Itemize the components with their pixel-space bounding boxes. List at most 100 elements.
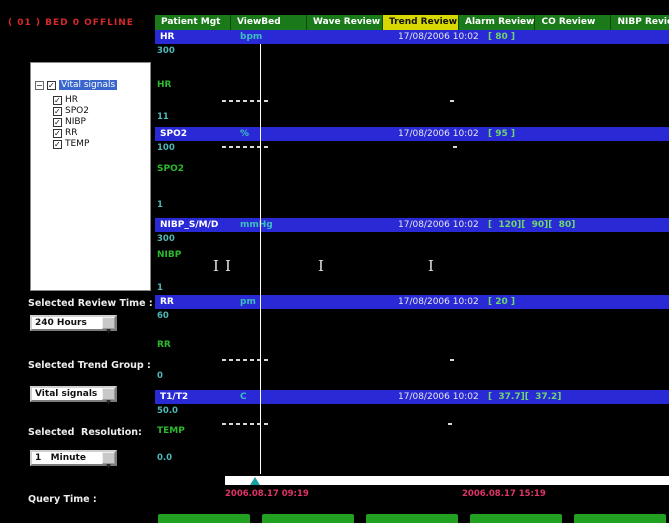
tab-wave-review[interactable]: Wave Review (307, 15, 383, 30)
tab-alarm-review[interactable]: Alarm Review (459, 15, 536, 30)
tab-viewbed[interactable]: ViewBed (231, 15, 307, 30)
trend-group-select[interactable]: Vital signals ▼ (30, 386, 117, 406)
hr-trend-trace (450, 100, 455, 102)
tab-patient-mgt[interactable]: Patient Mgt (155, 15, 231, 30)
tree-root-label[interactable]: Vital signals (59, 80, 118, 90)
function-button[interactable] (158, 514, 250, 523)
review-time-value: 240 Hours (35, 318, 87, 328)
tree-item-temp[interactable]: TEMP (65, 139, 89, 149)
temp-scale-top: 50.0 (157, 406, 178, 416)
check-icon: ✓ (54, 118, 61, 127)
param-unit: pm (240, 297, 256, 307)
timeline-scrollbar[interactable] (225, 476, 669, 485)
temp-row-header: T1/T2 C 17/08/2006 10:02 [ 37.7][ 37.2] (155, 390, 669, 404)
tree-item-spo2[interactable]: SPO2 (65, 106, 89, 116)
param-name: NIBP_S/M/D (160, 220, 219, 230)
tree-item-hr[interactable]: HR (65, 95, 78, 105)
nibp-checkbox[interactable]: ✓ (53, 118, 62, 127)
tab-co-review[interactable]: CO Review (535, 15, 612, 30)
param-name: HR (160, 32, 175, 42)
function-button[interactable] (574, 514, 666, 523)
hr-checkbox[interactable]: ✓ (53, 96, 62, 105)
temp-trend-trace (448, 423, 453, 425)
spo2-trend-trace (453, 146, 458, 148)
tab-bar: Patient Mgt ViewBed Wave Review Trend Re… (155, 15, 669, 30)
spo2-checkbox[interactable]: ✓ (53, 107, 62, 116)
time-cursor[interactable] (260, 44, 261, 474)
rr-checkbox[interactable]: ✓ (53, 129, 62, 138)
hr-scale-bottom: 11 (157, 112, 169, 122)
cursor-timestamp: 17/08/2006 10:02 (398, 32, 479, 42)
tab-trend-review[interactable]: Trend Review (383, 15, 459, 30)
rr-scale-top: 60 (157, 311, 169, 321)
cursor-values: [ 20 ] (488, 297, 516, 307)
query-start-time: 2006.08.17 09:19 (225, 489, 309, 499)
trend-group-label: Selected Trend Group : (28, 360, 151, 371)
check-icon: ✓ (54, 96, 61, 105)
nibp-scale-bottom: 1 (157, 283, 163, 293)
temp-trace-label: TEMP (157, 426, 185, 436)
nibp-measurement-marker-icon: I (428, 257, 434, 275)
nibp-measurement-marker-icon: I (225, 257, 231, 275)
spo2-row-header: SPO2 % 17/08/2006 10:02 [ 95 ] (155, 127, 669, 141)
query-end-time: 2006.08.17 15:19 (462, 489, 546, 499)
cursor-timestamp: 17/08/2006 10:02 (398, 392, 479, 402)
review-time-label: Selected Review Time : (28, 298, 153, 309)
tree-item-rr[interactable]: RR (65, 128, 78, 138)
rr-trend-trace (450, 359, 455, 361)
tree-item-nibp[interactable]: NIBP (65, 117, 86, 127)
rr-scale-bottom: 0 (157, 371, 163, 381)
query-time-label: Query Time : (28, 494, 97, 505)
nibp-scale-top: 300 (157, 234, 175, 244)
nibp-row-header: NIBP_S/M/D mmHg 17/08/2006 10:02 [ 120][… (155, 218, 669, 232)
check-icon: ✓ (48, 81, 55, 90)
trend-group-tree: − ✓ Vital signals ✓ HR ✓ SPO2 ✓ NIBP ✓ R… (30, 62, 151, 291)
hr-row-header: HR bpm 17/08/2006 10:02 [ 80 ] (155, 30, 669, 44)
cursor-timestamp: 17/08/2006 10:02 (398, 297, 479, 307)
vital-signals-checkbox[interactable]: ✓ (47, 81, 56, 90)
dropdown-arrow-icon: ▼ (106, 399, 111, 406)
cursor-timestamp: 17/08/2006 10:02 (398, 220, 479, 230)
resolution-label: Selected Resolution: (28, 427, 142, 438)
review-time-dropdown-button[interactable]: ▼ (102, 317, 115, 335)
param-unit: mmHg (240, 220, 273, 230)
hr-scale-top: 300 (157, 46, 175, 56)
spo2-trace-label: SPO2 (157, 164, 184, 174)
temp-trend-trace (222, 423, 270, 425)
cursor-values: [ 120][ 90][ 80] (488, 220, 576, 230)
param-unit: C (240, 392, 247, 402)
function-button[interactable] (470, 514, 562, 523)
function-button[interactable] (262, 514, 354, 523)
nibp-measurement-marker-icon: I (213, 257, 219, 275)
tab-nibp-review[interactable]: NIBP Review (611, 15, 669, 30)
spo2-trend-trace (222, 146, 270, 148)
trend-review-screen: ( 01 ) BED 0 OFFLINE Patient Mgt ViewBed… (0, 0, 669, 523)
timeline-marker-icon[interactable] (250, 477, 260, 485)
resolution-select[interactable]: 1 Minute ▼ (30, 450, 117, 470)
temp-scale-bottom: 0.0 (157, 453, 173, 463)
bed-status: ( 01 ) BED 0 OFFLINE (8, 18, 134, 28)
trend-group-dropdown-button[interactable]: ▼ (102, 388, 115, 406)
tree-expander-icon[interactable]: − (35, 81, 44, 90)
resolution-dropdown-button[interactable]: ▼ (102, 452, 115, 470)
function-button[interactable] (366, 514, 458, 523)
rr-row-header: RR pm 17/08/2006 10:02 [ 20 ] (155, 295, 669, 309)
review-time-select[interactable]: 240 Hours ▼ (30, 315, 117, 335)
param-unit: bpm (240, 32, 263, 42)
nibp-trace-label: NIBP (157, 250, 182, 260)
temp-checkbox[interactable]: ✓ (53, 140, 62, 149)
rr-trend-trace (222, 359, 270, 361)
cursor-values: [ 37.7][ 37.2] (488, 392, 562, 402)
spo2-scale-bottom: 1 (157, 200, 163, 210)
check-icon: ✓ (54, 129, 61, 138)
nibp-measurement-marker-icon: I (318, 257, 324, 275)
cursor-timestamp: 17/08/2006 10:02 (398, 129, 479, 139)
dropdown-arrow-icon: ▼ (106, 463, 111, 470)
dropdown-arrow-icon: ▼ (106, 328, 111, 335)
cursor-values: [ 80 ] (488, 32, 516, 42)
hr-trend-trace (222, 100, 270, 102)
param-unit: % (240, 129, 250, 139)
hr-trace-label: HR (157, 80, 172, 90)
param-name: T1/T2 (160, 392, 189, 402)
resolution-value: 1 Minute (35, 453, 86, 463)
